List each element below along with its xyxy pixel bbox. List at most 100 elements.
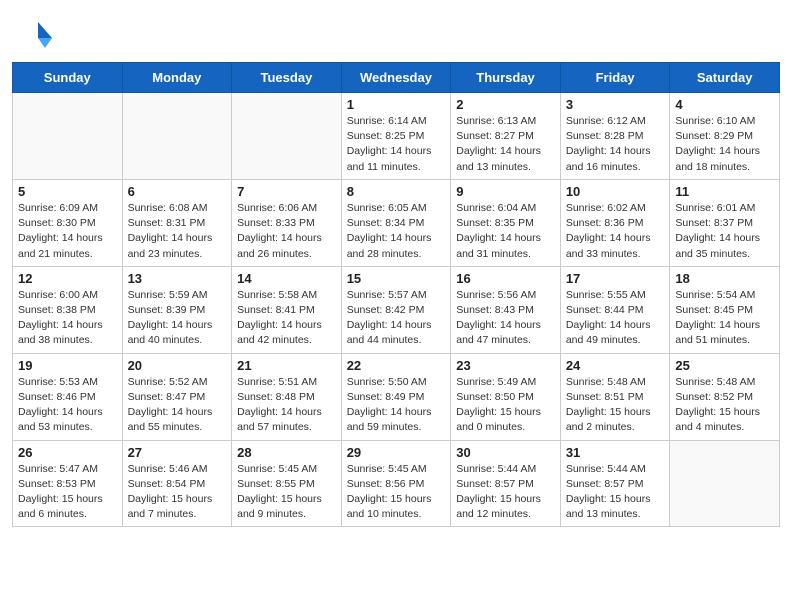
day-number: 12	[18, 271, 117, 286]
day-info: Sunrise: 5:46 AMSunset: 8:54 PMDaylight:…	[128, 462, 227, 523]
day-number: 2	[456, 97, 555, 112]
calendar-cell: 3 Sunrise: 6:12 AMSunset: 8:28 PMDaylight…	[560, 93, 670, 180]
calendar-cell: 27Sunrise: 5:46 AMSunset: 8:54 PMDayligh…	[122, 440, 232, 527]
calendar-cell	[13, 93, 123, 180]
day-number: 31	[566, 445, 665, 460]
day-number: 29	[347, 445, 446, 460]
day-number: 24	[566, 358, 665, 373]
day-info: Sunrise: 5:51 AMSunset: 8:48 PMDaylight:…	[237, 375, 336, 436]
logo-icon	[18, 18, 54, 54]
calendar-week-1: 1 Sunrise: 6:14 AMSunset: 8:25 PMDaylight…	[13, 93, 780, 180]
day-info: Sunrise: 5:54 AMSunset: 8:45 PMDaylight:…	[675, 288, 774, 349]
day-number: 13	[128, 271, 227, 286]
day-number: 22	[347, 358, 446, 373]
weekday-header-sunday: Sunday	[13, 63, 123, 93]
calendar-cell: 5Sunrise: 6:09 AMSunset: 8:30 PMDaylight…	[13, 179, 123, 266]
logo	[18, 18, 58, 54]
calendar-cell: 26 Sunrise: 5:47 AMSunset: 8:53 PMDayligh…	[13, 440, 123, 527]
calendar-week-2: 5Sunrise: 6:09 AMSunset: 8:30 PMDaylight…	[13, 179, 780, 266]
day-number: 7	[237, 184, 336, 199]
calendar-cell: 24 Sunrise: 5:48 AMSunset: 8:51 PMDayligh…	[560, 353, 670, 440]
day-number: 11	[675, 184, 774, 199]
calendar-cell: 11Sunrise: 6:01 AMSunset: 8:37 PMDayligh…	[670, 179, 780, 266]
calendar-cell: 1 Sunrise: 6:14 AMSunset: 8:25 PMDaylight…	[341, 93, 451, 180]
day-info: Sunrise: 6:06 AMSunset: 8:33 PMDaylight:…	[237, 201, 336, 262]
weekday-header-monday: Monday	[122, 63, 232, 93]
day-number: 10	[566, 184, 665, 199]
weekday-header-thursday: Thursday	[451, 63, 561, 93]
day-info: Sunrise: 5:47 AMSunset: 8:53 PMDaylight:…	[18, 462, 117, 523]
day-info: Sunrise: 5:48 AMSunset: 8:51 PMDaylight:…	[566, 375, 665, 436]
day-number: 1	[347, 97, 446, 112]
day-info: Sunrise: 5:45 AMSunset: 8:56 PMDaylight:…	[347, 462, 446, 523]
day-number: 21	[237, 358, 336, 373]
day-number: 28	[237, 445, 336, 460]
weekday-header-wednesday: Wednesday	[341, 63, 451, 93]
calendar-cell: 28 Sunrise: 5:45 AMSunset: 8:55 PMDayligh…	[232, 440, 342, 527]
calendar-cell: 17Sunrise: 5:55 AMSunset: 8:44 PMDayligh…	[560, 266, 670, 353]
calendar-cell: 22 Sunrise: 5:50 AMSunset: 8:49 PMDayligh…	[341, 353, 451, 440]
weekday-header-tuesday: Tuesday	[232, 63, 342, 93]
day-info: Sunrise: 6:04 AMSunset: 8:35 PMDaylight:…	[456, 201, 555, 262]
day-info: Sunrise: 6:12 AMSunset: 8:28 PMDaylight:…	[566, 114, 665, 175]
calendar-cell: 21 Sunrise: 5:51 AMSunset: 8:48 PMDayligh…	[232, 353, 342, 440]
day-info: Sunrise: 5:55 AMSunset: 8:44 PMDaylight:…	[566, 288, 665, 349]
calendar-cell: 4 Sunrise: 6:10 AMSunset: 8:29 PMDaylight…	[670, 93, 780, 180]
day-info: Sunrise: 5:50 AMSunset: 8:49 PMDaylight:…	[347, 375, 446, 436]
day-info: Sunrise: 6:08 AMSunset: 8:31 PMDaylight:…	[128, 201, 227, 262]
day-number: 30	[456, 445, 555, 460]
day-info: Sunrise: 5:44 AMSunset: 8:57 PMDaylight:…	[566, 462, 665, 523]
calendar-cell: 30 Sunrise: 5:44 AMSunset: 8:57 PMDayligh…	[451, 440, 561, 527]
day-number: 5	[18, 184, 117, 199]
day-info: Sunrise: 6:13 AMSunset: 8:27 PMDaylight:…	[456, 114, 555, 175]
day-info: Sunrise: 6:14 AMSunset: 8:25 PMDaylight:…	[347, 114, 446, 175]
calendar-cell: 12Sunrise: 6:00 AMSunset: 8:38 PMDayligh…	[13, 266, 123, 353]
day-info: Sunrise: 5:48 AMSunset: 8:52 PMDaylight:…	[675, 375, 774, 436]
day-info: Sunrise: 5:44 AMSunset: 8:57 PMDaylight:…	[456, 462, 555, 523]
calendar-wrap: SundayMondayTuesdayWednesdayThursdayFrid…	[0, 62, 792, 537]
day-number: 19	[18, 358, 117, 373]
day-number: 20	[128, 358, 227, 373]
calendar-cell: 19 Sunrise: 5:53 AMSunset: 8:46 PMDayligh…	[13, 353, 123, 440]
header	[0, 0, 792, 62]
day-number: 6	[128, 184, 227, 199]
calendar-cell: 13 Sunrise: 5:59 AMSunset: 8:39 PMDayligh…	[122, 266, 232, 353]
day-info: Sunrise: 6:02 AMSunset: 8:36 PMDaylight:…	[566, 201, 665, 262]
calendar-cell: 15Sunrise: 5:57 AMSunset: 8:42 PMDayligh…	[341, 266, 451, 353]
day-number: 23	[456, 358, 555, 373]
calendar-cell: 8Sunrise: 6:05 AMSunset: 8:34 PMDaylight…	[341, 179, 451, 266]
day-info: Sunrise: 6:10 AMSunset: 8:29 PMDaylight:…	[675, 114, 774, 175]
page: SundayMondayTuesdayWednesdayThursdayFrid…	[0, 0, 792, 537]
calendar-cell: 25Sunrise: 5:48 AMSunset: 8:52 PMDayligh…	[670, 353, 780, 440]
calendar-cell: 31 Sunrise: 5:44 AMSunset: 8:57 PMDayligh…	[560, 440, 670, 527]
calendar-cell: 9Sunrise: 6:04 AMSunset: 8:35 PMDaylight…	[451, 179, 561, 266]
day-info: Sunrise: 5:53 AMSunset: 8:46 PMDaylight:…	[18, 375, 117, 436]
calendar-cell: 10 Sunrise: 6:02 AMSunset: 8:36 PMDayligh…	[560, 179, 670, 266]
day-info: Sunrise: 5:49 AMSunset: 8:50 PMDaylight:…	[456, 375, 555, 436]
day-number: 15	[347, 271, 446, 286]
calendar-cell: 16Sunrise: 5:56 AMSunset: 8:43 PMDayligh…	[451, 266, 561, 353]
calendar-table: SundayMondayTuesdayWednesdayThursdayFrid…	[12, 62, 780, 527]
calendar-week-5: 26 Sunrise: 5:47 AMSunset: 8:53 PMDayligh…	[13, 440, 780, 527]
calendar-cell	[670, 440, 780, 527]
calendar-cell: 20Sunrise: 5:52 AMSunset: 8:47 PMDayligh…	[122, 353, 232, 440]
calendar-cell: 2 Sunrise: 6:13 AMSunset: 8:27 PMDaylight…	[451, 93, 561, 180]
calendar-cell: 14Sunrise: 5:58 AMSunset: 8:41 PMDayligh…	[232, 266, 342, 353]
day-number: 14	[237, 271, 336, 286]
day-number: 26	[18, 445, 117, 460]
weekday-header-row: SundayMondayTuesdayWednesdayThursdayFrid…	[13, 63, 780, 93]
day-info: Sunrise: 5:45 AMSunset: 8:55 PMDaylight:…	[237, 462, 336, 523]
day-number: 3	[566, 97, 665, 112]
calendar-cell	[122, 93, 232, 180]
calendar-week-4: 19 Sunrise: 5:53 AMSunset: 8:46 PMDayligh…	[13, 353, 780, 440]
weekday-header-friday: Friday	[560, 63, 670, 93]
day-info: Sunrise: 5:59 AMSunset: 8:39 PMDaylight:…	[128, 288, 227, 349]
calendar-cell: 29 Sunrise: 5:45 AMSunset: 8:56 PMDayligh…	[341, 440, 451, 527]
calendar-cell: 7 Sunrise: 6:06 AMSunset: 8:33 PMDaylight…	[232, 179, 342, 266]
calendar-week-3: 12Sunrise: 6:00 AMSunset: 8:38 PMDayligh…	[13, 266, 780, 353]
day-info: Sunrise: 5:56 AMSunset: 8:43 PMDaylight:…	[456, 288, 555, 349]
calendar-cell	[232, 93, 342, 180]
calendar-cell: 18Sunrise: 5:54 AMSunset: 8:45 PMDayligh…	[670, 266, 780, 353]
day-number: 4	[675, 97, 774, 112]
weekday-header-saturday: Saturday	[670, 63, 780, 93]
